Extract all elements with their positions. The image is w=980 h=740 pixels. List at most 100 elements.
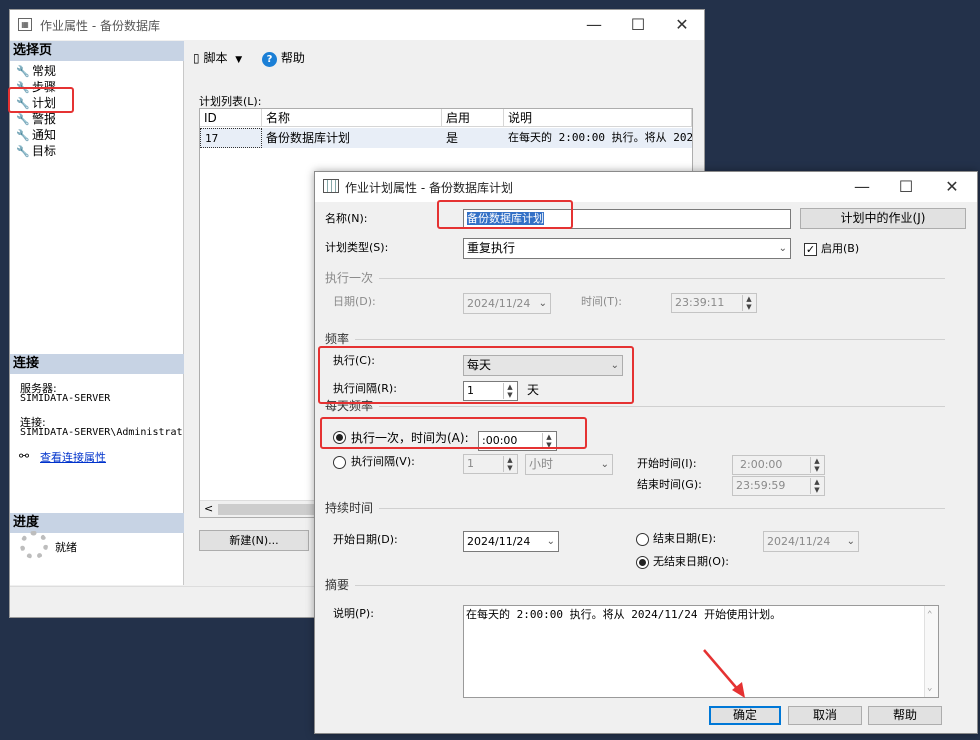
name-input[interactable]: 备份数据库计划	[463, 209, 791, 229]
start-date-select[interactable]: 2024/11/24 ⌄	[463, 531, 559, 552]
scrollbar-thumb[interactable]	[218, 504, 318, 515]
spin-down-icon[interactable]: ▼	[811, 465, 823, 473]
end-date-select[interactable]: 2024/11/24 ⌄	[763, 531, 859, 552]
spin-up-icon[interactable]: ▲	[743, 295, 755, 303]
summary-divider	[325, 585, 945, 586]
occurs-every-input[interactable]: 1 ▲ ▼	[463, 454, 518, 474]
start-time-input[interactable]: 2:00:00 ▲ ▼	[732, 455, 825, 475]
no-end-date-label: 无结束日期(O):	[653, 555, 729, 568]
name-input-value: 备份数据库计划	[467, 212, 544, 225]
grid-cell-description: 在每天的 2:00:00 执行。将从 202	[504, 128, 692, 148]
select-page-panel: 选择页 🔧 常规 🔧 步骤 🔧 计划 🔧 警报 🔧 通知 🔧 目标 连接 服务器: SIMI…	[10, 41, 184, 585]
recurs-unit: 天	[527, 383, 540, 397]
chevron-down-icon: ⌄	[546, 536, 555, 547]
nav-item-general[interactable]: 🔧 常规	[16, 63, 56, 79]
occurs-select[interactable]: 每天 ⌄	[463, 355, 623, 376]
job-properties-titlebar[interactable]: ▦ 作业属性 - 备份数据库 — ☐ ✕	[10, 10, 704, 40]
ok-button[interactable]: 确定	[709, 706, 781, 725]
wrench-icon: 🔧	[16, 129, 30, 142]
script-label: 脚本	[203, 51, 228, 65]
spin-down-icon[interactable]: ▼	[743, 303, 755, 311]
end-date-radio[interactable]	[636, 533, 649, 546]
one-time-time-input[interactable]: 23:39:11 ▲ ▼	[671, 293, 757, 313]
grid-header-enabled[interactable]: 启用	[442, 109, 504, 127]
recurs-spinner[interactable]: ▲ ▼	[503, 383, 516, 399]
maximize-button[interactable]: ☐	[616, 10, 660, 40]
spin-up-icon[interactable]: ▲	[504, 383, 516, 391]
duration-divider	[325, 508, 945, 509]
chevron-down-icon: ⌄	[610, 360, 619, 371]
progress-header: 进度	[10, 513, 184, 533]
calendar-icon	[323, 179, 339, 193]
wrench-icon: 🔧	[16, 145, 30, 158]
occurs-once-time-input[interactable]: :00:00 ▲ ▼	[478, 431, 557, 451]
nav-item-schedules[interactable]: 🔧 计划	[16, 95, 57, 111]
spin-down-icon[interactable]: ▼	[504, 391, 516, 399]
spin-down-icon[interactable]: ▼	[543, 441, 555, 449]
end-time-input[interactable]: 23:59:59 ▲ ▼	[732, 476, 825, 496]
occurs-every-radio[interactable]	[333, 456, 346, 469]
spin-down-icon[interactable]: ▼	[811, 486, 823, 494]
occurs-label: 执行(C):	[333, 354, 375, 367]
occurs-once-label: 执行一次，时间为(A):	[351, 431, 469, 445]
occurs-once-radio[interactable]	[333, 431, 346, 444]
spin-up-icon[interactable]: ▲	[811, 457, 823, 465]
recurs-input[interactable]: 1 ▲ ▼	[463, 381, 518, 401]
nav-item-label: 常规	[32, 64, 57, 78]
cancel-button[interactable]: 取消	[788, 706, 862, 725]
close-button[interactable]: ✕	[930, 172, 974, 202]
description-scrollbar[interactable]: ⌃ ⌄	[924, 606, 938, 697]
select-page-header: 选择页	[10, 41, 184, 61]
scroll-up-icon[interactable]: ⌃	[927, 608, 932, 622]
spin-up-icon[interactable]: ▲	[811, 478, 823, 486]
schedule-properties-dialog: 作业计划属性 - 备份数据库计划 — ☐ ✕ 名称(N): 备份数据库计划 计划…	[314, 171, 978, 734]
daily-frequency-divider	[325, 406, 945, 407]
end-date-value: 2024/11/24	[767, 535, 831, 548]
help-toolbar-button[interactable]: ? 帮助	[262, 49, 305, 67]
occurs-every-value: 1	[467, 457, 474, 470]
spin-down-icon[interactable]: ▼	[504, 464, 516, 472]
start-time-spinner[interactable]: ▲ ▼	[810, 457, 823, 473]
nav-item-steps[interactable]: 🔧 步骤	[16, 79, 56, 95]
one-time-divider	[325, 278, 945, 279]
occurs-every-unit-select[interactable]: 小时 ⌄	[525, 454, 613, 475]
end-time-spinner[interactable]: ▲ ▼	[810, 478, 823, 494]
nav-item-alerts[interactable]: 🔧 警报	[16, 111, 56, 127]
chevron-down-icon: ⌄	[846, 536, 855, 547]
dialog-titlebar[interactable]: 作业计划属性 - 备份数据库计划 — ☐ ✕	[315, 172, 977, 202]
wrench-icon: 🔧	[16, 65, 30, 78]
occurs-once-time-value: :00:00	[482, 434, 518, 447]
minimize-button[interactable]: —	[840, 172, 884, 202]
nav-item-targets[interactable]: 🔧 目标	[16, 143, 56, 159]
chevron-down-icon: ⌄	[538, 298, 547, 309]
spin-up-icon[interactable]: ▲	[504, 456, 516, 464]
every-spinner[interactable]: ▲ ▼	[503, 456, 516, 472]
grid-header-id[interactable]: ID	[200, 109, 262, 127]
minimize-button[interactable]: —	[572, 10, 616, 40]
table-row[interactable]: 17 备份数据库计划 是 在每天的 2:00:00 执行。将从 202	[200, 128, 692, 148]
wrench-icon: 🔧	[16, 97, 30, 110]
nav-item-notifications[interactable]: 🔧 通知	[16, 127, 56, 143]
schedule-type-select[interactable]: 重复执行 ⌄	[463, 238, 791, 259]
once-time-spinner[interactable]: ▲ ▼	[542, 433, 555, 449]
nav-item-label: 通知	[32, 128, 57, 142]
help-icon: ?	[262, 52, 277, 67]
jobs-in-schedule-button[interactable]: 计划中的作业(J)	[800, 208, 966, 229]
wrench-icon: 🔧	[16, 81, 30, 94]
no-end-date-radio[interactable]	[636, 556, 649, 569]
view-connection-properties-link[interactable]: 查看连接属性	[40, 449, 106, 465]
script-dropdown-button[interactable]: ▯ 脚本 ▼	[193, 49, 242, 69]
grid-header-name[interactable]: 名称	[262, 109, 442, 127]
scroll-left-icon[interactable]: <	[204, 502, 213, 515]
new-schedule-button[interactable]: 新建(N)...	[199, 530, 309, 551]
maximize-button[interactable]: ☐	[884, 172, 928, 202]
spin-up-icon[interactable]: ▲	[543, 433, 555, 441]
grid-cell-name: 备份数据库计划	[262, 128, 442, 148]
grid-header-description[interactable]: 说明	[504, 109, 692, 127]
time-spinner[interactable]: ▲ ▼	[742, 295, 755, 311]
close-button[interactable]: ✕	[660, 10, 704, 40]
enabled-checkbox[interactable]: ✓	[804, 243, 817, 256]
help-button[interactable]: 帮助	[868, 706, 942, 725]
scroll-down-icon[interactable]: ⌄	[927, 681, 932, 695]
one-time-date-select[interactable]: 2024/11/24 ⌄	[463, 293, 551, 314]
